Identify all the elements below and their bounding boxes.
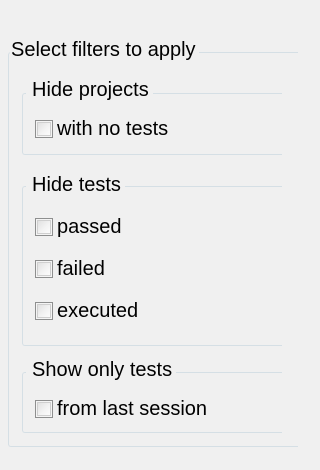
executed-label: executed	[57, 300, 139, 322]
passed-label: passed	[57, 216, 122, 238]
filters-section-title: Select filters to apply	[10, 38, 199, 62]
with-no-tests-label: with no tests	[57, 118, 169, 140]
passed-checkbox[interactable]	[35, 218, 53, 236]
failed-checkbox[interactable]	[35, 260, 53, 278]
from-last-session-checkbox[interactable]	[35, 400, 53, 418]
executed-checkbox[interactable]	[35, 302, 53, 320]
failed-label: failed	[57, 258, 105, 280]
passed-option[interactable]: passed	[35, 215, 122, 239]
failed-option[interactable]: failed	[35, 257, 105, 281]
with-no-tests-option[interactable]: with no tests	[35, 117, 168, 141]
hide-projects-group-title: Hide projects	[26, 78, 153, 102]
filter-panel: Select filters to apply Hide projects wi…	[0, 0, 298, 470]
hide-tests-group-title: Hide tests	[26, 173, 125, 197]
from-last-session-label: from last session	[57, 398, 208, 420]
executed-option[interactable]: executed	[35, 299, 138, 323]
from-last-session-option[interactable]: from last session	[35, 397, 207, 421]
with-no-tests-checkbox[interactable]	[35, 120, 53, 138]
show-only-tests-group-title: Show only tests	[26, 358, 177, 382]
